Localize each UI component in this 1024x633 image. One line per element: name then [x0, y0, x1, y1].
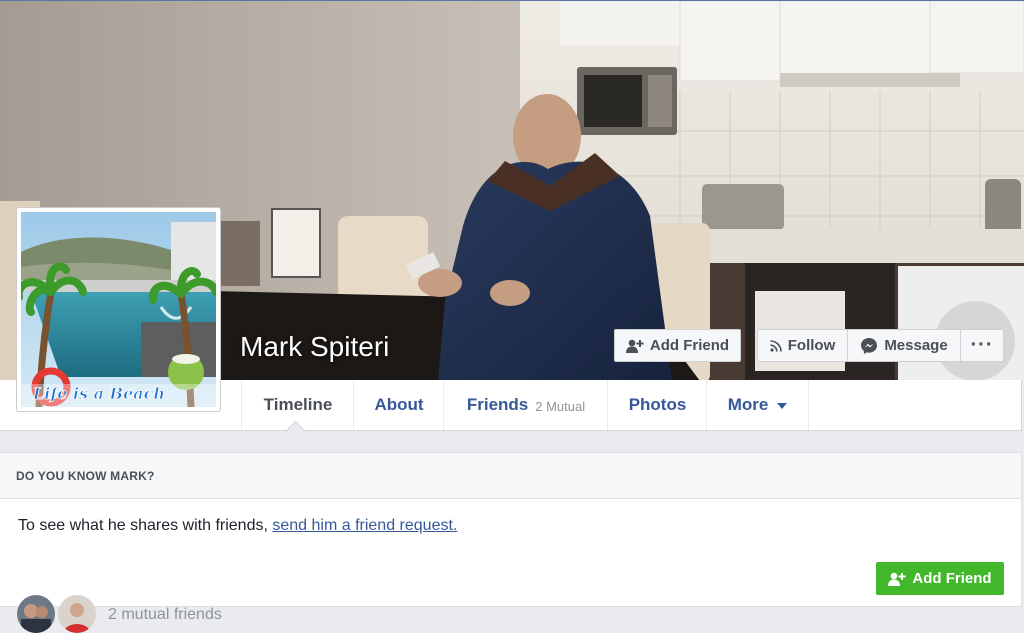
mutual-badge: 2 Mutual: [535, 398, 586, 414]
prompt-text: To see what he shares with friends,: [18, 517, 273, 534]
mutual-friends-count[interactable]: 2 mutual friends: [108, 606, 222, 624]
do-you-know-card: DO YOU KNOW MARK? To see what he shares …: [0, 452, 1022, 633]
more-options-button[interactable]: ···: [960, 329, 1004, 362]
add-friend-icon: [888, 572, 906, 586]
follow-button[interactable]: Follow: [757, 329, 848, 362]
send-friend-request-link[interactable]: send him a friend request.: [272, 517, 457, 534]
card-add-friend-button[interactable]: Add Friend: [876, 562, 1004, 595]
tab-more[interactable]: More: [706, 380, 809, 430]
picture-caption: Life is a Beach: [32, 384, 165, 403]
tab-timeline-label: Timeline: [263, 395, 333, 414]
profile-name[interactable]: Mark Spiteri: [240, 331, 389, 363]
tab-more-label: More: [727, 395, 769, 414]
add-friend-button[interactable]: Add Friend: [614, 329, 741, 362]
follow-label: Follow: [787, 337, 836, 354]
caret-down-icon: [777, 403, 788, 409]
add-friend-label: Add Friend: [649, 337, 730, 354]
add-friend-icon: [625, 339, 644, 353]
friend-request-prompt: To see what he shares with friends, send…: [18, 517, 457, 535]
mutual-friend-avatar[interactable]: [58, 595, 96, 633]
card-header: DO YOU KNOW MARK?: [0, 453, 1021, 499]
tab-photos[interactable]: Photos: [607, 380, 707, 430]
profile-picture-image: Life is a Beach: [21, 212, 216, 407]
tab-friends[interactable]: Friends 2 Mutual: [443, 380, 608, 430]
tab-about-label: About: [374, 395, 424, 414]
messenger-icon: [860, 337, 878, 355]
tab-friends-label: Friends: [466, 395, 529, 414]
message-button[interactable]: Message: [847, 329, 961, 362]
mutual-friend-avatar[interactable]: [17, 595, 55, 633]
tab-photos-label: Photos: [628, 395, 687, 414]
message-label: Message: [884, 337, 948, 354]
profile-picture[interactable]: Life is a Beach: [16, 207, 221, 412]
card-add-friend-label: Add Friend: [912, 570, 992, 587]
tab-about[interactable]: About: [353, 380, 444, 430]
rss-icon: [770, 339, 782, 352]
